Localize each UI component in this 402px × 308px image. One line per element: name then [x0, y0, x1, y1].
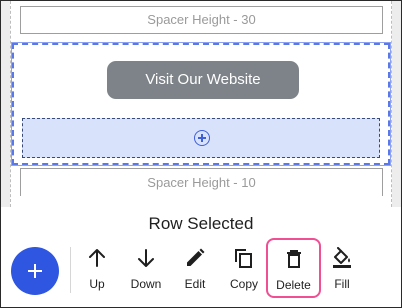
paint-bucket-icon: [333, 247, 351, 268]
add-content-zone[interactable]: [22, 118, 380, 158]
tool-label: Fill: [334, 277, 350, 291]
add-block-button[interactable]: [11, 247, 59, 295]
spacer-label: Spacer Height - 10: [147, 175, 256, 190]
sheet-title: Row Selected: [148, 214, 254, 233]
move-up-button[interactable]: Up: [75, 245, 119, 297]
add-circle-icon[interactable]: [194, 130, 210, 146]
arrow-down-icon: [138, 249, 154, 267]
spacer-label: Spacer Height - 30: [147, 12, 256, 27]
tool-label: Up: [89, 277, 105, 291]
trash-icon: [286, 250, 301, 268]
tool-label: Copy: [229, 277, 258, 291]
row-actions-sheet: Row Selected Up Down Edit Copy Delete Fi…: [1, 207, 401, 307]
copy-button[interactable]: Copy: [222, 245, 266, 297]
visit-website-button[interactable]: Visit Our Website: [107, 61, 299, 99]
app-frame: Spacer Height - 30 Visit Our Website Spa…: [0, 0, 402, 308]
delete-button[interactable]: Delete: [266, 238, 321, 298]
selected-row[interactable]: Visit Our Website: [11, 42, 391, 166]
move-down-button[interactable]: Down: [124, 245, 168, 297]
tool-label: Edit: [184, 277, 206, 291]
tool-label: Down: [130, 277, 162, 291]
spacer-block-bottom[interactable]: Spacer Height - 10: [20, 168, 383, 196]
arrow-up-icon: [89, 249, 105, 267]
fill-button[interactable]: Fill: [320, 245, 364, 297]
spacer-block-top[interactable]: Spacer Height - 30: [20, 6, 383, 34]
tool-label: Delete: [276, 278, 311, 292]
pencil-icon: [187, 248, 205, 266]
copy-icon: [235, 249, 252, 268]
toolbar-divider: [70, 247, 71, 293]
edit-button[interactable]: Edit: [173, 245, 217, 297]
editor-canvas: Spacer Height - 30 Visit Our Website Spa…: [1, 1, 401, 207]
button-label: Visit Our Website: [145, 71, 261, 88]
